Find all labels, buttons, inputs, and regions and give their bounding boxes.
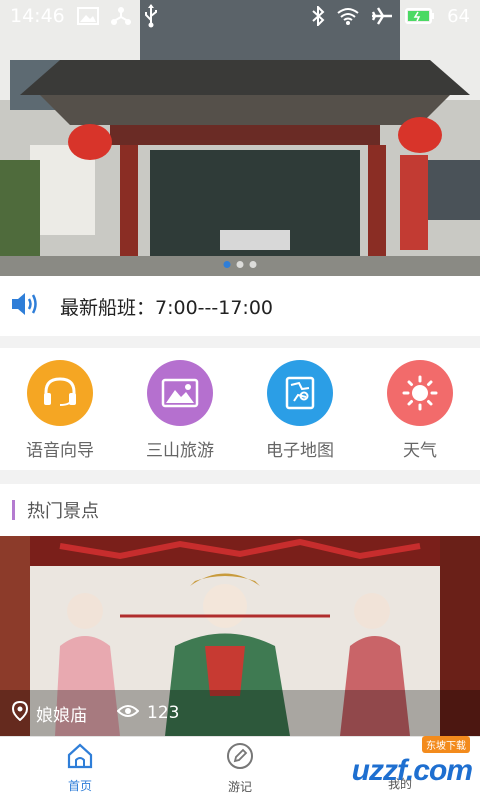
carousel-dots: [223, 261, 257, 268]
watermark-badge: 东坡下载: [422, 736, 470, 753]
quick-label: 三山旅游: [146, 441, 214, 461]
home-icon: [66, 743, 94, 773]
quick-voice-guide[interactable]: 语音向导: [0, 348, 120, 470]
eye-icon: [116, 703, 140, 723]
location-pin-icon: [11, 700, 29, 726]
speaker-icon: [10, 291, 40, 321]
image-icon: [76, 7, 99, 25]
watermark-text: uzzf.com: [351, 754, 473, 787]
section-title: 热门景点: [27, 501, 99, 522]
wifi-icon: [337, 7, 359, 25]
tab-home[interactable]: 首页: [0, 737, 160, 800]
landscape-icon: [147, 360, 213, 426]
quick-label: 语音向导: [26, 441, 94, 461]
quick-sanshan-travel[interactable]: 三山旅游: [120, 348, 240, 470]
attraction-info: 娘娘庙 123: [0, 690, 480, 736]
status-time: 14:46: [10, 5, 65, 27]
quick-label: 天气: [403, 441, 437, 461]
map-icon: [267, 360, 333, 426]
ferry-notice[interactable]: 最新船班：7:00---17:00: [0, 276, 480, 336]
sun-icon: [387, 360, 453, 426]
tab-label: 游记: [227, 780, 252, 794]
watermark-logo: 东坡下载 uzzf.com: [351, 736, 473, 788]
headset-icon: [27, 360, 93, 426]
pen-icon: [226, 742, 254, 774]
notice-text: 最新船班：7:00---17:00: [60, 296, 273, 319]
quick-weather[interactable]: 天气: [360, 348, 480, 470]
quick-label: 电子地图: [266, 441, 334, 461]
battery-icon: [405, 8, 435, 24]
usb-share-icon: [110, 6, 131, 26]
section-accent-bar: [12, 500, 15, 520]
view-count-value: 123: [147, 703, 180, 723]
quick-menu: 语音向导 三山旅游 电子地图 天气: [0, 348, 480, 470]
status-bar: 14:46 64: [0, 0, 480, 32]
usb-icon: [143, 4, 159, 28]
carousel-dot[interactable]: [223, 261, 231, 268]
tab-label: 首页: [67, 779, 92, 793]
bluetooth-icon: [311, 6, 325, 26]
attraction-name: 娘娘庙: [36, 705, 87, 726]
view-count: 123: [116, 703, 180, 723]
temple-gate-image: [0, 0, 480, 276]
banner-carousel[interactable]: [0, 0, 480, 276]
carousel-dot[interactable]: [236, 261, 244, 268]
airplane-icon: [371, 6, 393, 26]
tab-travelogue[interactable]: 游记: [160, 737, 320, 800]
attraction-card[interactable]: 娘娘庙 123: [0, 536, 480, 736]
battery-level: 64: [447, 5, 470, 27]
quick-e-map[interactable]: 电子地图: [240, 348, 360, 470]
carousel-dot[interactable]: [249, 261, 257, 268]
section-header: 热门景点: [0, 484, 480, 536]
